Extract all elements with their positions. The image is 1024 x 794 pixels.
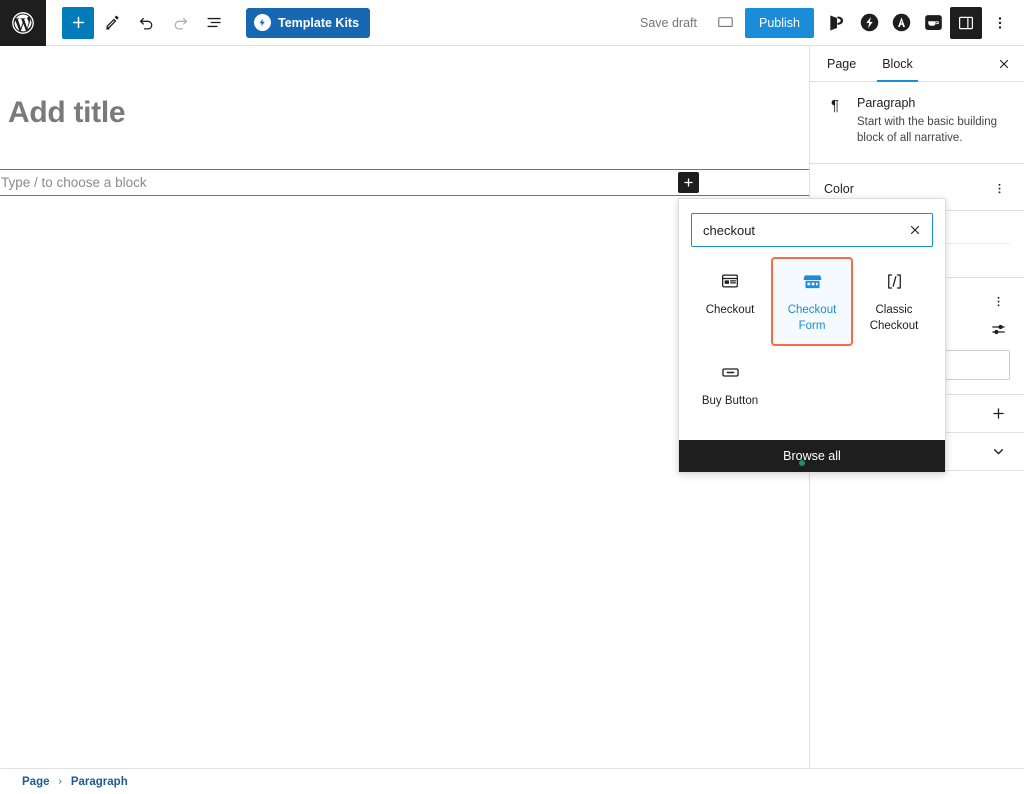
publish-button[interactable]: Publish: [745, 8, 814, 38]
template-kits-button[interactable]: Template Kits: [246, 8, 370, 38]
vertical-dots-icon[interactable]: [988, 178, 1010, 200]
plugin-bolt-icon[interactable]: [854, 8, 884, 38]
buy-button-icon: [718, 360, 742, 384]
plugin-cup-icon[interactable]: [918, 8, 948, 38]
tab-block[interactable]: Block: [869, 46, 926, 81]
plugin-p-icon[interactable]: [822, 8, 852, 38]
block-card-title: Paragraph: [857, 96, 1010, 110]
browse-all-button[interactable]: Browse all: [679, 440, 945, 472]
sidebar-panel-icon[interactable]: [950, 7, 982, 39]
save-draft-button[interactable]: Save draft: [630, 7, 707, 39]
status-dot: [799, 460, 805, 466]
close-x-icon[interactable]: [988, 46, 1020, 81]
plus-icon[interactable]: [986, 401, 1010, 425]
editor-footer: Page › Paragraph: [0, 768, 1024, 794]
undo-button[interactable]: [130, 7, 162, 39]
inserter-item-buy-button[interactable]: Buy Button: [689, 348, 771, 430]
post-title-input[interactable]: Add title: [8, 96, 125, 130]
block-card-description: Start with the basic building block of a…: [857, 114, 1010, 147]
inserter-item-label: Checkout Form: [777, 303, 847, 334]
vertical-dots-icon[interactable]: [984, 7, 1016, 39]
checkout-card-icon: [718, 269, 742, 293]
list-view-button[interactable]: [198, 7, 230, 39]
vertical-dots-icon[interactable]: [986, 290, 1010, 314]
sidebar-tabs: Page Block: [810, 46, 1024, 82]
inserter-item-label: Classic Checkout: [859, 303, 929, 334]
paragraph-placeholder: Type / to choose a block: [0, 175, 147, 190]
paragraph-pilcrow-icon: ¶: [824, 96, 846, 147]
breadcrumb-separator: ›: [59, 776, 62, 787]
tools-edit-button[interactable]: [96, 7, 128, 39]
redo-button[interactable]: [164, 7, 196, 39]
chevron-down-icon[interactable]: [986, 439, 1010, 463]
inserter-results-grid: Checkout Checkout Form: [679, 257, 945, 440]
search-field-wrapper: [691, 213, 933, 247]
editor-header: Template Kits Save draft Publish: [0, 0, 1024, 46]
color-section-title: Color: [824, 182, 854, 196]
breadcrumb-paragraph[interactable]: Paragraph: [71, 776, 128, 788]
template-kits-label: Template Kits: [278, 16, 359, 30]
close-x-icon[interactable]: [902, 217, 928, 243]
shortcode-brackets-icon: [882, 269, 906, 293]
inserter-search-area: [679, 199, 945, 257]
inserter-item-label: Buy Button: [702, 394, 758, 410]
header-right-tools: Save draft Publish: [630, 7, 1024, 39]
block-card: ¶ Paragraph Start with the basic buildin…: [810, 82, 1024, 164]
block-appender-plus-icon[interactable]: [678, 172, 699, 193]
inserter-item-checkout-form[interactable]: Checkout Form: [771, 257, 853, 346]
block-inserter-popover: Checkout Checkout Form: [678, 198, 946, 473]
breadcrumb-page[interactable]: Page: [22, 776, 50, 788]
inserter-item-label: Checkout: [706, 303, 755, 319]
block-inserter-toggle[interactable]: [62, 7, 94, 39]
storefront-icon: [800, 269, 824, 293]
lightning-bolt-icon: [254, 14, 271, 31]
tab-page[interactable]: Page: [814, 46, 869, 81]
plugin-a-icon[interactable]: [886, 8, 916, 38]
wordpress-logo-icon[interactable]: [0, 0, 46, 46]
desktop-preview-icon[interactable]: [709, 7, 741, 39]
sliders-icon[interactable]: [986, 318, 1010, 342]
search-input[interactable]: [692, 223, 932, 238]
inserter-item-checkout[interactable]: Checkout: [689, 257, 771, 346]
header-left-tools: Template Kits: [46, 7, 370, 39]
inserter-item-classic-checkout[interactable]: Classic Checkout: [853, 257, 935, 346]
